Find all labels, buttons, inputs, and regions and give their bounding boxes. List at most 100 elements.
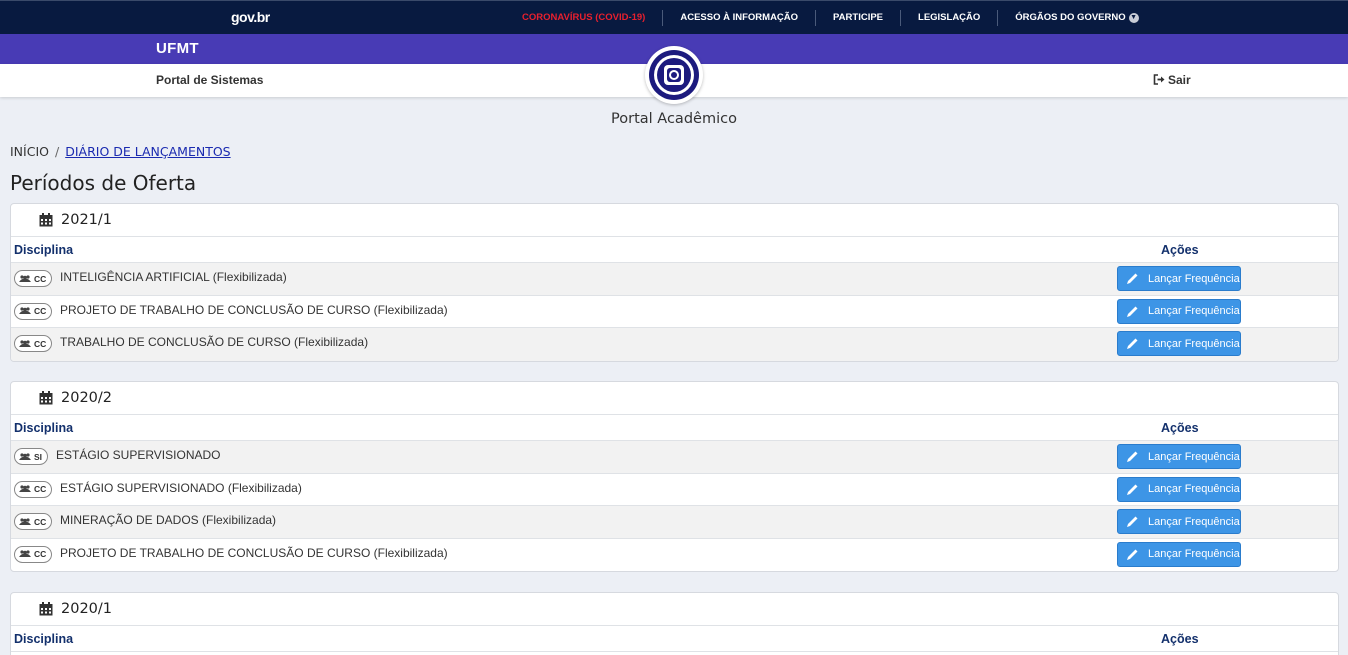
pencil-icon (1127, 273, 1138, 284)
calendar-icon (39, 391, 53, 405)
period-header: 2020/2 (11, 382, 1338, 415)
course-badge-label: CC (34, 516, 47, 527)
course-badge-label: SI (34, 451, 43, 462)
discipline-name: TRABALHO DE CONCLUSÃO DE CURSO (Flexibil… (60, 335, 369, 349)
course-badge: CC (14, 335, 53, 352)
portal-de-sistemas-link[interactable]: Portal de Sistemas (156, 73, 263, 87)
course-badge-label: CC (34, 549, 47, 559)
ufmt-logo[interactable] (645, 46, 703, 104)
chevron-down-icon: ▼ (1128, 13, 1139, 23)
button-label: Lançar Frequência (1148, 305, 1240, 317)
table-header: Disciplina Ações (11, 626, 1338, 652)
page-title: Períodos de Oferta (10, 171, 197, 195)
sign-out-icon (1153, 74, 1165, 85)
period-card: 2021/1 Disciplina Ações CC INTELIGÊNCIA … (10, 203, 1339, 362)
discipline-name: MINERAÇÃO DE DADOS (Flexibilizada) (60, 513, 277, 527)
column-header-discipline: Disciplina (14, 632, 74, 646)
course-badge: CC (14, 545, 53, 563)
pencil-icon (1127, 484, 1138, 495)
gov-link-participe[interactable]: PARTICIPE (815, 10, 900, 26)
calendar-icon (39, 602, 53, 616)
course-badge-label: CC (34, 306, 47, 316)
button-label: Lançar Frequência (1148, 450, 1240, 463)
pencil-icon (1127, 451, 1138, 462)
govbr-logo[interactable]: gov.br (231, 9, 270, 25)
course-badge: CC (14, 513, 53, 530)
lancar-frequencia-button[interactable]: Lançar Frequência (1117, 266, 1241, 291)
period-name: 2020/1 (61, 601, 113, 617)
course-badge-label: CC (34, 484, 47, 494)
lancar-frequencia-button[interactable]: Lançar Frequência (1117, 331, 1241, 356)
logout-label: Sair (1168, 73, 1191, 87)
column-header-actions: Ações (1161, 632, 1199, 646)
breadcrumb: INÍCIO / DIÁRIO DE LANÇAMENTOS (10, 144, 231, 159)
lancar-frequencia-button[interactable]: Lançar Frequência (1117, 509, 1241, 534)
button-label: Lançar Frequência (1148, 483, 1240, 495)
pencil-icon (1127, 338, 1138, 349)
course-badge-label: CC (34, 273, 47, 284)
period-name: 2020/2 (61, 390, 113, 406)
portal-title: Portal Acadêmico (611, 111, 737, 127)
users-icon (19, 307, 31, 314)
calendar-icon (39, 213, 53, 227)
period-header: 2021/1 (11, 204, 1338, 237)
breadcrumb-current[interactable]: DIÁRIO DE LANÇAMENTOS (65, 144, 230, 159)
lancar-frequencia-button[interactable]: Lançar Frequência (1117, 541, 1241, 567)
pencil-icon (1127, 549, 1138, 560)
gov-link-acesso[interactable]: ACESSO À INFORMAÇÃO (662, 10, 815, 26)
period-name: 2021/1 (61, 212, 113, 228)
gov-bar: gov.br CORONAVÍRUS (COVID-19) ACESSO À I… (0, 0, 1348, 34)
column-header-discipline: Disciplina (14, 243, 74, 257)
lancar-frequencia-button[interactable]: Lançar Frequência (1117, 298, 1241, 324)
table-row: CC TRABALHO DE CONCLUSÃO DE CURSO (Flexi… (11, 328, 1338, 361)
discipline-name: ESTÁGIO SUPERVISIONADO (Flexibilizada) (60, 480, 302, 495)
users-icon (19, 452, 31, 460)
course-badge: CC (14, 302, 53, 320)
gov-link-orgaos[interactable]: ÓRGÃOS DO GOVERNO ▼ (997, 10, 1155, 26)
course-badge-label: CC (34, 338, 47, 349)
course-badge: SI (14, 448, 49, 465)
table-row: CC ESTÁGIO SUPERVISIONADO (Flexibilizada… (11, 474, 1338, 506)
discipline-name: INTELIGÊNCIA ARTIFICIAL (Flexibilizada) (60, 270, 287, 284)
institution-name: UFMT (156, 40, 199, 57)
users-icon (19, 274, 31, 282)
users-icon (19, 339, 31, 347)
gov-link-covid[interactable]: CORONAVÍRUS (COVID-19) (505, 10, 662, 26)
column-header-actions: Ações (1161, 421, 1199, 435)
column-header-actions: Ações (1161, 243, 1199, 257)
course-badge: CC (14, 270, 53, 287)
table-header: Disciplina Ações (11, 237, 1338, 263)
ufmt-emblem-icon (649, 50, 699, 100)
pencil-icon (1127, 516, 1138, 527)
table-row: CC MINERAÇÃO DE DADOS (Flexibilizada) La… (11, 506, 1338, 539)
gov-link-legislacao[interactable]: LEGISLAÇÃO (900, 10, 997, 26)
discipline-name: PROJETO DE TRABALHO DE CONCLUSÃO DE CURS… (60, 545, 448, 560)
button-label: Lançar Frequência (1148, 337, 1240, 350)
discipline-name: PROJETO DE TRABALHO DE CONCLUSÃO DE CURS… (60, 302, 448, 317)
column-header-discipline: Disciplina (14, 421, 74, 435)
users-icon (19, 517, 31, 525)
gov-links: CORONAVÍRUS (COVID-19) ACESSO À INFORMAÇ… (505, 1, 1156, 35)
period-card: 2020/1 Disciplina Ações (10, 592, 1339, 655)
lancar-frequencia-button[interactable]: Lançar Frequência (1117, 476, 1241, 502)
table-row: CC INTELIGÊNCIA ARTIFICIAL (Flexibilizad… (11, 263, 1338, 296)
breadcrumb-home[interactable]: INÍCIO (10, 144, 49, 159)
table-header: Disciplina Ações (11, 415, 1338, 441)
users-icon (19, 550, 31, 557)
logout-button[interactable]: Sair (1153, 73, 1191, 87)
breadcrumb-separator: / (54, 144, 60, 159)
table-row: CC PROJETO DE TRABALHO DE CONCLUSÃO DE C… (11, 296, 1338, 328)
table-row: SI ESTÁGIO SUPERVISIONADO Lançar Frequên… (11, 441, 1338, 474)
gov-link-orgaos-label: ÓRGÃOS DO GOVERNO (1015, 12, 1126, 23)
course-badge: CC (14, 480, 53, 498)
pencil-icon (1127, 306, 1138, 317)
lancar-frequencia-button[interactable]: Lançar Frequência (1117, 444, 1241, 469)
discipline-name: ESTÁGIO SUPERVISIONADO (56, 448, 221, 462)
button-label: Lançar Frequência (1148, 548, 1240, 560)
period-header: 2020/1 (11, 593, 1338, 626)
button-label: Lançar Frequência (1148, 272, 1240, 285)
period-card: 2020/2 Disciplina Ações SI ESTÁGIO SUPER… (10, 381, 1339, 572)
table-row: CC PROJETO DE TRABALHO DE CONCLUSÃO DE C… (11, 539, 1338, 572)
button-label: Lançar Frequência (1148, 515, 1240, 528)
users-icon (19, 485, 31, 492)
